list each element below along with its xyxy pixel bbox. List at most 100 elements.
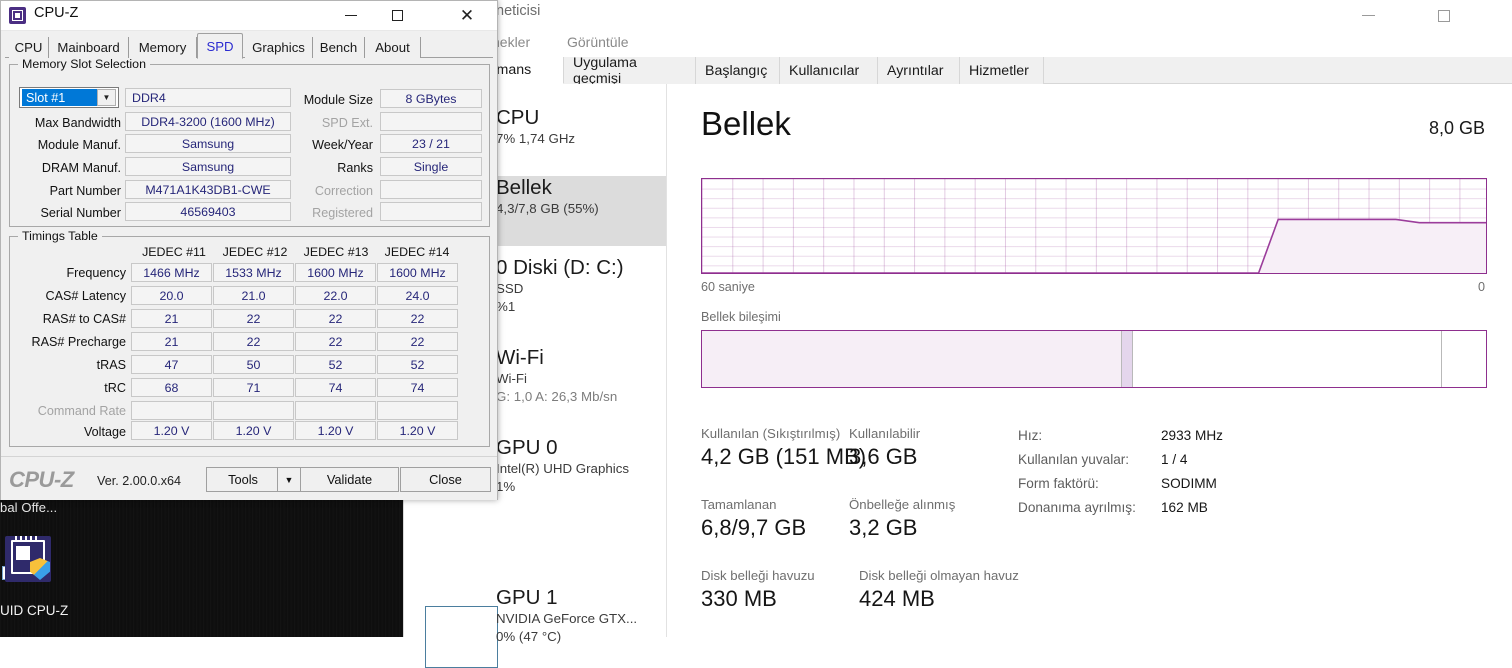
tab-users[interactable]: Kullanıcılar [780,57,878,84]
cpuz-version: Ver. 2.00.0.x64 [97,474,182,488]
correction-label: Correction [314,184,373,198]
sidebar-item-gpu1-title: GPU 1 [496,586,558,609]
spd-ext-value [380,112,482,131]
spec-speed-key: Hız: [1018,428,1043,443]
timings-cell-6-3 [377,401,458,420]
memory-composition-bar[interactable] [701,330,1487,388]
timings-cell-4-3: 52 [377,355,458,374]
composition-segment-standby [1132,331,1442,387]
timings-cell-2-0: 21 [131,309,212,328]
timings-cell-7-3: 1.20 V [377,421,458,440]
sidebar-item-memory-title: Bellek [496,176,552,199]
chart-series-path [702,218,1486,273]
memory-total-capacity: 8,0 GB [1428,118,1485,138]
timings-cell-5-3: 74 [377,378,458,397]
timings-cell-0-3: 1600 MHz [377,263,458,282]
task-manager-tabstrip[interactable]: formans Uygulama geçmişi Başlangıç Kulla… [404,55,1512,87]
cpuz-titlebar[interactable]: CPU-Z ✕ [1,1,497,31]
cpuz-tab-bench[interactable]: Bench [313,37,365,58]
serial-number-label: Serial Number [40,206,122,220]
timings-row-label-cas-latency: CAS# Latency [45,289,126,303]
timings-cell-2-2: 22 [295,309,376,328]
chevron-down-icon[interactable]: ▼ [97,89,116,106]
tools-dropdown-button[interactable]: ▼ [277,467,301,492]
cpuz-footer: CPU-Z Ver. 2.00.0.x64 Tools ▼ Validate C… [1,456,497,500]
timings-cell-5-1: 71 [213,378,294,397]
minimize-button[interactable] [1345,0,1391,31]
close-button[interactable]: ✕ [1497,0,1512,31]
stat-available-label: Kullanılabilir [849,426,921,441]
timings-cell-1-1: 21.0 [213,286,294,305]
ranks-value: Single [380,157,482,176]
cpuz-tab-graphics[interactable]: Graphics [245,37,313,58]
sidebar-item-memory-sub: 4,3/7,8 GB (55%) [496,201,599,216]
cpuz-tab-cpu[interactable]: CPU [9,37,49,58]
stat-cached: Önbelleğe alınmış 3,2 GB [849,496,955,543]
stat-committed: Tamamlanan 6,8/9,7 GB [701,496,806,543]
cpuz-app-icon [9,7,26,24]
cpuz-window[interactable]: CPU-Z ✕ CPU Mainboard Memory SPD Graphic… [0,0,498,500]
cpuz-tab-about[interactable]: About [365,37,421,58]
stat-available-value: 3,6 GB [849,444,918,469]
sidebar-item-gpu1[interactable]: GPU 1 NVIDIA GeForce GTX... 0% (47 °C) [404,586,666,668]
memory-detail-pane: Bellek 8,0 GB Bellek kullanımı 7,8 GB 60… [668,84,1512,637]
dram-manuf-label: DRAM Manuf. [41,161,121,175]
timings-cell-2-1: 22 [213,309,294,328]
registered-label: Registered [312,206,373,220]
tools-button[interactable]: Tools [206,467,280,492]
part-number-label: Part Number [49,184,121,198]
menu-view[interactable]: Görüntüle [567,34,628,50]
memory-specs: Hız: 2933 MHz Kullanılan yuvalar: 1 / 4 … [1018,428,1448,524]
cpuz-tab-memory[interactable]: Memory [129,37,197,58]
sidebar-item-gpu1-sub2: 0% (47 °C) [496,629,562,644]
timings-cell-3-3: 22 [377,332,458,351]
timings-cell-3-2: 22 [295,332,376,351]
spec-slots-used: Kullanılan yuvalar: 1 / 4 [1018,452,1448,476]
cpuz-minimize-button[interactable] [328,1,374,30]
validate-button[interactable]: Validate [300,467,399,492]
timings-cell-0-0: 1466 MHz [131,263,212,282]
maximize-button[interactable] [1421,0,1467,31]
sidebar-item-wifi-sub2: G: 1,0 A: 26,3 Mb/sn [496,389,618,404]
sidebar-item-disk-sub1: SSD [496,281,524,296]
stat-cached-value: 3,2 GB [849,515,918,540]
stat-paged-pool-value: 330 MB [701,586,777,611]
dram-manuf-value: Samsung [125,157,291,176]
timings-col-header-2: JEDEC #12 [222,245,288,259]
slot-select-dropdown[interactable]: Slot #1 ▼ [19,87,119,108]
stat-cached-label: Önbelleğe alınmış [849,497,956,512]
week-year-value: 23 / 21 [380,134,482,153]
task-manager-titlebar[interactable]: neticisi ✕ [404,0,1512,32]
stat-paged-pool: Disk belleği havuzu 330 MB [701,567,815,614]
timings-cell-2-3: 22 [377,309,458,328]
spec-hardware-reserved: Donanıma ayrılmış: 162 MB [1018,500,1448,524]
sidebar-item-disk-title: 0 Diski (D: C:) [496,256,624,279]
timings-table-title: Timings Table [18,229,102,243]
cpuz-maximize-button[interactable] [374,1,420,30]
task-manager-menubar[interactable]: nekler Görüntüle [404,31,1512,57]
tab-services[interactable]: Hizmetler [960,57,1044,84]
timings-cell-7-1: 1.20 V [213,421,294,440]
part-number-value: M471A1K43DB1-CWE [125,180,291,199]
timings-row-label-frequency: Frequency [66,266,126,280]
task-manager-window[interactable]: neticisi ✕ nekler Görüntüle formans Uygu… [403,0,1512,668]
module-manuf-value: Samsung [125,134,291,153]
stat-used: Kullanılan (Sıkıştırılmış) 4,2 GB (151 M… [701,425,866,472]
cpuz-close-button[interactable]: ✕ [444,1,490,30]
close-dialog-button[interactable]: Close [400,467,491,492]
tab-details[interactable]: Ayrıntılar [878,57,960,84]
cpuz-tab-spd[interactable]: SPD [197,33,243,59]
tab-app-history[interactable]: Uygulama geçmişi [564,55,696,87]
timings-row-label-trc: tRC [104,381,126,395]
cpuz-tabstrip[interactable]: CPU Mainboard Memory SPD Graphics Bench … [1,32,497,59]
stat-paged-pool-label: Disk belleği havuzu [701,568,815,583]
timings-cell-3-1: 22 [213,332,294,351]
sidebar-item-gpu0-sub2: 1% [496,479,516,494]
stat-used-label: Kullanılan (Sıkıştırılmış) [701,426,841,441]
timings-cell-5-0: 68 [131,378,212,397]
cpuid-cpuz-shortcut-label: UID CPU-Z [0,603,69,618]
cpuid-cpuz-shortcut-icon[interactable] [5,536,51,582]
cpuz-tab-mainboard[interactable]: Mainboard [49,37,129,58]
max-bandwidth-value: DDR4-3200 (1600 MHz) [125,112,291,131]
tab-startup[interactable]: Başlangıç [696,57,780,84]
